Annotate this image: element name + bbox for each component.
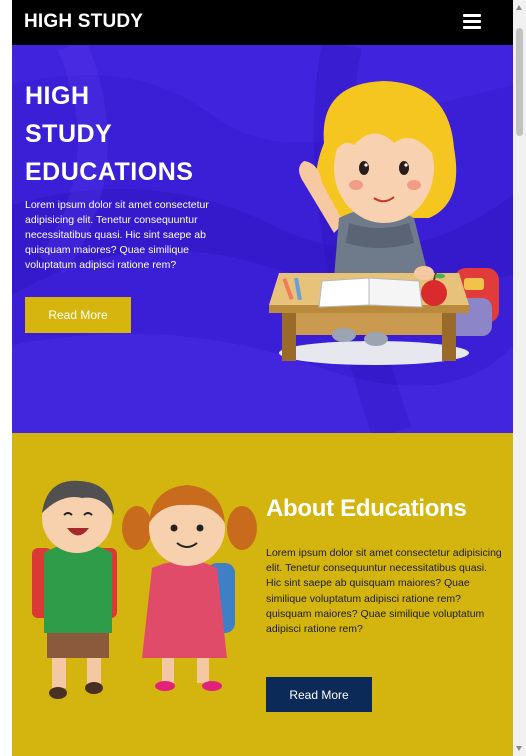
page-frame: HIGH STUDY HIGH STUDY EDUCATIONS Lorem i… [12, 0, 513, 756]
hamburger-menu-icon[interactable] [463, 14, 481, 30]
about-heading: About Educations [266, 495, 467, 522]
hero-heading-line-2: STUDY [25, 120, 113, 148]
hero-heading-line-3: EDUCATIONS [25, 158, 194, 186]
vertical-scrollbar[interactable] [513, 0, 526, 756]
hero-read-more-button[interactable]: Read More [25, 297, 131, 333]
hero-section: HIGH STUDY EDUCATIONS Lorem ipsum dolor … [12, 45, 513, 433]
scrollbar-thumb[interactable] [516, 28, 523, 136]
girl-at-desk-illustration [269, 81, 499, 365]
hero-heading-line-1: HIGH [25, 82, 90, 110]
hero-description: Lorem ipsum dolor sit amet consectetur a… [25, 199, 209, 271]
about-description: Lorem ipsum dolor sit amet consectetur a… [266, 547, 502, 636]
top-navbar: HIGH STUDY [12, 0, 513, 45]
kids-with-backpacks-illustration [32, 480, 257, 699]
brand-logo-text[interactable]: HIGH STUDY [24, 11, 143, 33]
scroll-down-arrow-icon[interactable] [516, 746, 522, 751]
about-section: About Educations Lorem ipsum dolor sit a… [12, 433, 513, 756]
about-read-more-button[interactable]: Read More [266, 677, 372, 712]
hero-heading: HIGH STUDY EDUCATIONS [25, 77, 193, 191]
scroll-up-arrow-icon[interactable] [516, 5, 522, 10]
